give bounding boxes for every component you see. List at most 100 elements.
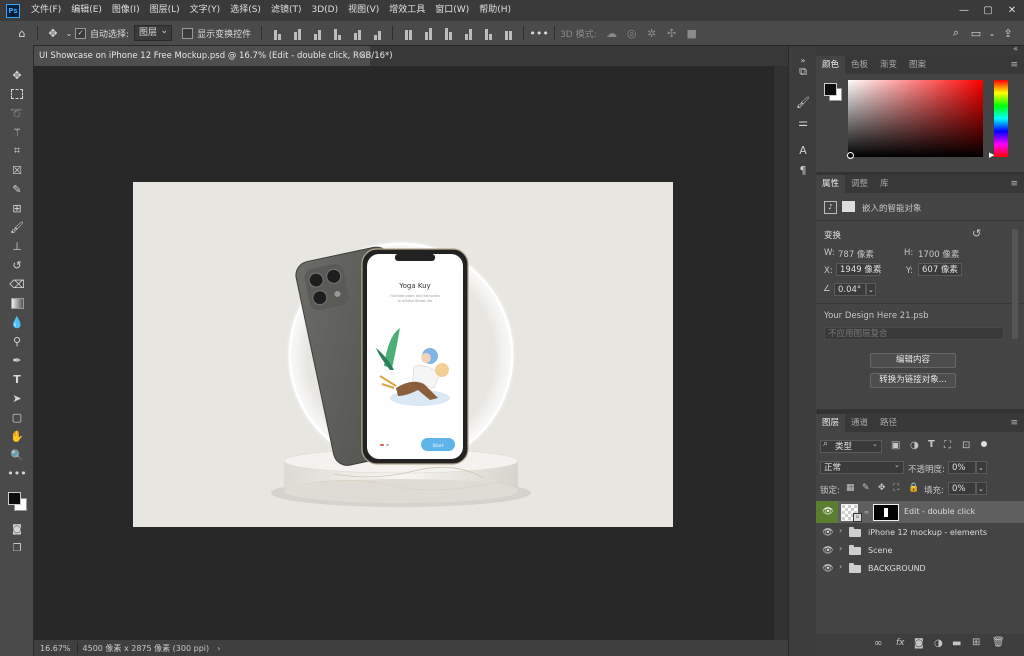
lock-transparent-icon[interactable]: ▦ bbox=[846, 483, 855, 493]
paragraph-panel-icon[interactable]: ¶ bbox=[795, 162, 811, 178]
document-canvas[interactable]: Yoga Kuy Find best poses and instructors… bbox=[34, 66, 774, 640]
fill-chevron-icon[interactable]: ⌄ bbox=[976, 482, 987, 495]
foreground-color-swatch[interactable] bbox=[824, 83, 837, 96]
opacity-chevron-icon[interactable]: ⌄ bbox=[976, 461, 987, 474]
layer-row-group[interactable]: 👁 › Scene bbox=[816, 542, 1024, 560]
menu-layer[interactable]: 图层(L) bbox=[145, 0, 185, 21]
color-picker-marker[interactable] bbox=[847, 152, 854, 159]
tab-paths[interactable]: 路径 bbox=[874, 414, 903, 432]
minimize-button[interactable]: — bbox=[952, 0, 976, 21]
panel-menu-icon[interactable]: ≡ bbox=[1010, 175, 1018, 193]
quick-mask-icon[interactable]: ◙ bbox=[8, 521, 26, 537]
reset-transform-icon[interactable]: ↺ bbox=[972, 227, 981, 240]
pen-tool-icon[interactable]: ✒ bbox=[8, 352, 26, 368]
maximize-button[interactable]: ▢ bbox=[976, 0, 1000, 21]
menu-3d[interactable]: 3D(D) bbox=[306, 0, 343, 21]
hand-tool-icon[interactable]: ✋ bbox=[8, 428, 26, 444]
move-tool-icon[interactable]: ✥ bbox=[45, 25, 61, 41]
hue-slider-handle[interactable]: ▶ bbox=[989, 151, 994, 159]
menu-file[interactable]: 文件(F) bbox=[26, 0, 66, 21]
eye-icon[interactable]: 👁 bbox=[822, 506, 834, 518]
filter-toggle-icon[interactable] bbox=[981, 441, 987, 447]
properties-scrollbar[interactable] bbox=[1012, 229, 1018, 339]
fill-field[interactable]: 0% bbox=[948, 482, 976, 495]
align-vcenter-icon[interactable] bbox=[350, 26, 364, 40]
tab-patterns[interactable]: 图案 bbox=[903, 56, 932, 74]
filter-smart-object-icon[interactable]: ⊡ bbox=[962, 440, 970, 451]
lock-artboard-icon[interactable]: ⛶ bbox=[893, 483, 899, 493]
orbit-3d-icon[interactable]: ☁ bbox=[604, 25, 620, 41]
blur-tool-icon[interactable]: 💧 bbox=[8, 314, 26, 330]
distribute-vcenter-icon[interactable] bbox=[421, 26, 435, 40]
width-value[interactable]: 787 像素 bbox=[838, 248, 874, 260]
edit-contents-button[interactable]: 编辑内容 bbox=[870, 353, 956, 368]
distribute-hcenter-icon[interactable] bbox=[481, 26, 495, 40]
eye-icon[interactable]: 👁 bbox=[822, 563, 834, 575]
lasso-tool-icon[interactable]: ➰ bbox=[8, 105, 26, 121]
character-panel-icon[interactable]: A bbox=[795, 142, 811, 158]
more-tools-icon[interactable]: ••• bbox=[7, 465, 26, 481]
workspace-icon[interactable]: ▭ bbox=[968, 25, 984, 41]
convert-to-linked-button[interactable]: 转换为链接对象... bbox=[870, 373, 956, 388]
show-transform-checkbox[interactable] bbox=[182, 27, 194, 39]
y-position-field[interactable]: 607 像素 bbox=[918, 263, 962, 276]
lock-position-icon[interactable]: ✥ bbox=[878, 483, 886, 493]
healing-brush-icon[interactable]: ⊞ bbox=[8, 200, 26, 216]
zoom-level[interactable]: 16.67% bbox=[34, 644, 77, 653]
menu-image[interactable]: 图像(I) bbox=[107, 0, 145, 21]
close-tab-button[interactable]: × bbox=[359, 46, 366, 66]
slide-3d-icon[interactable]: ✣ bbox=[664, 25, 680, 41]
menu-type[interactable]: 文字(Y) bbox=[185, 0, 226, 21]
filter-shape-icon[interactable]: ⛶ bbox=[944, 440, 951, 451]
eye-icon[interactable]: 👁 bbox=[822, 527, 834, 539]
blend-mode-select[interactable]: 正常 bbox=[820, 461, 904, 474]
align-right-icon[interactable] bbox=[310, 26, 324, 40]
home-icon[interactable]: ⌂ bbox=[14, 25, 30, 41]
close-window-button[interactable]: ✕ bbox=[1000, 0, 1024, 21]
eyedropper-icon[interactable]: ✎ bbox=[8, 181, 26, 197]
layer-row-group[interactable]: 👁 › BACKGROUND bbox=[816, 560, 1024, 578]
shape-tool-icon[interactable]: ▢ bbox=[8, 409, 26, 425]
canvas-area[interactable]: Yoga Kuy Find best poses and instructors… bbox=[34, 66, 774, 640]
layer-comp-select[interactable]: 不应用图层复合 bbox=[824, 327, 1004, 340]
align-left-icon[interactable] bbox=[270, 26, 284, 40]
chevron-down-icon[interactable]: ⌄ bbox=[65, 25, 73, 41]
menu-help[interactable]: 帮助(H) bbox=[474, 0, 516, 21]
menu-view[interactable]: 视图(V) bbox=[343, 0, 384, 21]
trash-icon[interactable]: 🗑 bbox=[992, 637, 1005, 648]
tab-swatches[interactable]: 色板 bbox=[845, 56, 874, 74]
magic-wand-icon[interactable]: ⚚ bbox=[8, 124, 26, 140]
lock-image-icon[interactable]: ✎ bbox=[862, 483, 870, 493]
chevron-down-icon[interactable]: ⌄ bbox=[988, 25, 996, 41]
vertical-scrollbar[interactable] bbox=[774, 66, 788, 640]
filter-type-icon[interactable]: T bbox=[928, 439, 935, 450]
menu-plugins[interactable]: 增效工具 bbox=[384, 0, 430, 21]
chevron-down-icon[interactable]: ⌄ bbox=[894, 461, 900, 469]
scale-3d-icon[interactable]: ■ bbox=[684, 25, 700, 41]
filter-pixel-icon[interactable]: ▣ bbox=[891, 440, 900, 451]
tab-libraries[interactable]: 库 bbox=[874, 175, 895, 193]
panel-menu-icon[interactable]: ≡ bbox=[1010, 414, 1018, 432]
stamp-tool-icon[interactable]: ⊥ bbox=[8, 238, 26, 254]
link-icon[interactable]: ∞ bbox=[874, 638, 882, 649]
brush-settings-icon[interactable]: 🖌 bbox=[795, 94, 811, 110]
distribute-left-icon[interactable] bbox=[461, 26, 475, 40]
zoom-tool-icon[interactable]: 🔍 bbox=[8, 447, 26, 463]
group-icon[interactable]: ▬ bbox=[952, 638, 961, 649]
mask-icon[interactable]: ◙ bbox=[914, 638, 924, 649]
panel-menu-icon[interactable]: ≡ bbox=[1010, 56, 1018, 74]
roll-3d-icon[interactable]: ◎ bbox=[624, 25, 640, 41]
angle-dropdown-chevron-icon[interactable]: ⌄ bbox=[866, 283, 876, 296]
foreground-color-swatch[interactable] bbox=[8, 492, 21, 505]
layer-row-smart-object[interactable]: 👁 ▫ ∞ Edit - double click bbox=[816, 501, 1024, 523]
align-hcenter-icon[interactable] bbox=[290, 26, 304, 40]
path-select-icon[interactable]: ➤ bbox=[8, 390, 26, 406]
chevron-right-icon[interactable]: › bbox=[839, 526, 842, 535]
link-chain-icon[interactable]: ∞ bbox=[864, 509, 869, 516]
crop-tool-icon[interactable]: ⌗ bbox=[8, 143, 26, 159]
menu-filter[interactable]: 滤镜(T) bbox=[266, 0, 307, 21]
layer-row-group[interactable]: 👁 › iPhone 12 mockup - elements bbox=[816, 524, 1024, 542]
type-tool-icon[interactable]: T bbox=[8, 371, 26, 387]
dodge-tool-icon[interactable]: ⚲ bbox=[8, 333, 26, 349]
tab-channels[interactable]: 通道 bbox=[845, 414, 874, 432]
